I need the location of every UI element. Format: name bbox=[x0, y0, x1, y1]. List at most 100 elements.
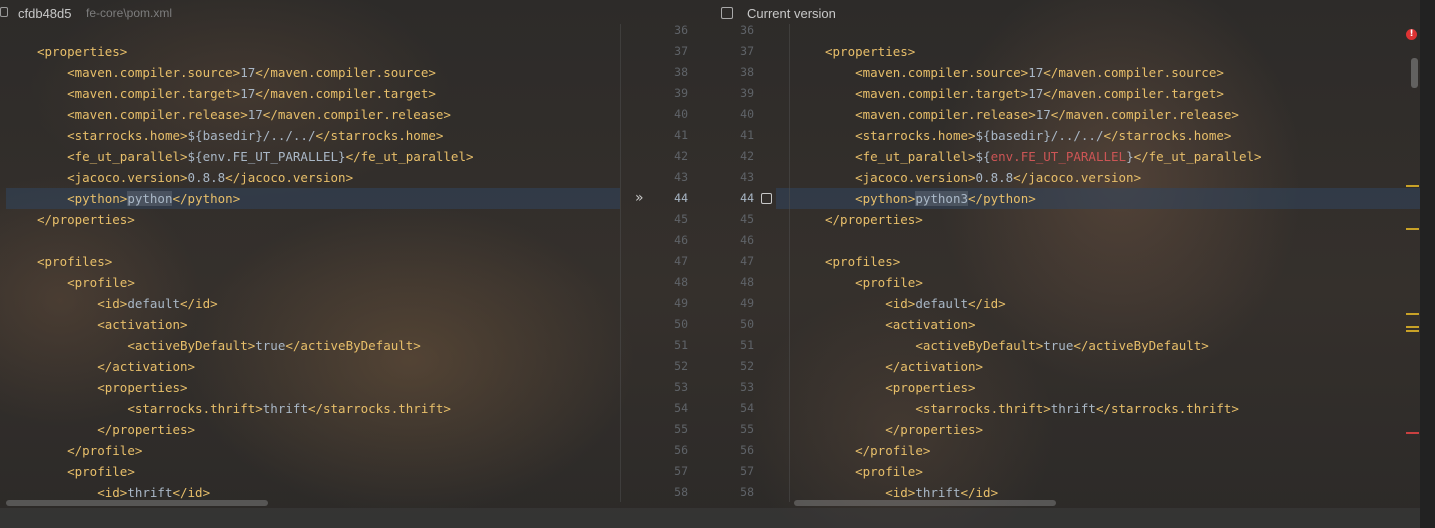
code-line[interactable]: <jacoco.version>0.8.8</jacoco.version> bbox=[825, 167, 1141, 188]
xml-tag: </fe_ut_parallel> bbox=[1133, 149, 1262, 164]
include-change-checkbox[interactable] bbox=[761, 193, 772, 204]
code-line[interactable]: </properties> bbox=[37, 209, 135, 230]
line-number-left: 52 bbox=[674, 359, 688, 373]
line-number-left: 46 bbox=[674, 233, 688, 247]
changed-text: python3 bbox=[915, 191, 969, 206]
xml-tag: </activeByDefault> bbox=[285, 338, 421, 353]
code-line[interactable]: <jacoco.version>0.8.8</jacoco.version> bbox=[37, 167, 353, 188]
change-marker[interactable] bbox=[1406, 326, 1419, 328]
code-line[interactable]: <maven.compiler.release>17</maven.compil… bbox=[825, 104, 1239, 125]
code-line[interactable]: <profiles> bbox=[37, 251, 112, 272]
code-line[interactable]: <python>python3</python> bbox=[825, 188, 1036, 209]
xml-tag: </starrocks.home> bbox=[1103, 128, 1232, 143]
line-number-left: 54 bbox=[674, 401, 688, 415]
line-number-right: 40 bbox=[740, 107, 754, 121]
xml-tag: </maven.compiler.target> bbox=[1043, 86, 1224, 101]
code-line[interactable]: <activeByDefault>true</activeByDefault> bbox=[825, 335, 1209, 356]
code-line[interactable]: <maven.compiler.target>17</maven.compile… bbox=[825, 83, 1224, 104]
code-line[interactable]: <fe_ut_parallel>${env.FE_UT_PARALLEL}</f… bbox=[825, 146, 1262, 167]
code-line[interactable]: <activation> bbox=[37, 314, 187, 335]
xml-tag: <starrocks.thrift> bbox=[915, 401, 1051, 416]
line-number-right: 50 bbox=[740, 317, 754, 331]
code-line[interactable]: <activeByDefault>true</activeByDefault> bbox=[37, 335, 421, 356]
code-line[interactable]: <maven.compiler.release>17</maven.compil… bbox=[37, 104, 451, 125]
line-number-left: 49 bbox=[674, 296, 688, 310]
code-line[interactable]: <maven.compiler.target>17</maven.compile… bbox=[37, 83, 436, 104]
code-line[interactable]: <starrocks.home>${basedir}/../../</starr… bbox=[825, 125, 1231, 146]
current-version-checkbox[interactable] bbox=[721, 7, 733, 19]
code-line[interactable]: <activation> bbox=[825, 314, 976, 335]
code-line[interactable]: <profile> bbox=[37, 461, 135, 482]
xml-tag: <properties> bbox=[97, 380, 188, 395]
double-chevron-right-icon[interactable]: » bbox=[635, 188, 644, 209]
line-number-left: 53 bbox=[674, 380, 688, 394]
xml-tag: <profile> bbox=[67, 275, 135, 290]
code-line[interactable]: <profile> bbox=[37, 272, 135, 293]
code-line[interactable]: <maven.compiler.source>17</maven.compile… bbox=[825, 62, 1224, 83]
code-line[interactable]: <fe_ut_parallel>${env.FE_UT_PARALLEL}</f… bbox=[37, 146, 473, 167]
xml-tag: </activeByDefault> bbox=[1073, 338, 1209, 353]
xml-text: true bbox=[1043, 338, 1074, 353]
code-line[interactable]: <profile> bbox=[825, 272, 923, 293]
xml-tag: <activation> bbox=[885, 317, 976, 332]
xml-tag: </profile> bbox=[67, 443, 143, 458]
change-marker[interactable] bbox=[1406, 228, 1419, 230]
code-line[interactable]: </activation> bbox=[825, 356, 983, 377]
code-line[interactable]: <id>default</id> bbox=[825, 293, 1006, 314]
code-line[interactable]: <properties> bbox=[825, 377, 975, 398]
diff-gutter: 36 37 38 39 40 41 42 43 44 45 46 47 48 49 50 51 52 53 54 55… bbox=[620, 23, 790, 502]
code-line[interactable]: </profile> bbox=[825, 440, 930, 461]
code-line[interactable]: <properties> bbox=[825, 41, 915, 62]
change-marker[interactable] bbox=[1406, 330, 1419, 332]
change-marker[interactable] bbox=[1406, 313, 1419, 315]
code-line[interactable]: <starrocks.thrift>thrift</starrocks.thri… bbox=[825, 398, 1239, 419]
line-number-right: 49 bbox=[740, 296, 754, 310]
line-number-left: 58 bbox=[674, 485, 688, 499]
xml-tag: </maven.compiler.source> bbox=[1043, 65, 1224, 80]
xml-tag: </id> bbox=[968, 296, 1006, 311]
code-line[interactable]: </activation> bbox=[37, 356, 195, 377]
right-horizontal-scrollbar[interactable] bbox=[794, 500, 1056, 506]
code-line[interactable]: <profiles> bbox=[825, 251, 900, 272]
left-editor-pane[interactable]: <properties> <maven.compiler.source>17</… bbox=[0, 24, 620, 502]
change-marker[interactable] bbox=[1406, 185, 1419, 187]
xml-text: 17 bbox=[240, 65, 256, 80]
code-line[interactable]: </properties> bbox=[825, 209, 923, 230]
code-line[interactable]: <starrocks.home>${basedir}/../../</starr… bbox=[37, 125, 443, 146]
code-line[interactable]: </profile> bbox=[37, 440, 142, 461]
left-horizontal-scrollbar[interactable] bbox=[6, 500, 268, 506]
code-line[interactable]: <id>default</id> bbox=[37, 293, 217, 314]
code-line[interactable]: <properties> bbox=[37, 41, 127, 62]
code-line[interactable]: <id>thrift</id> bbox=[825, 482, 998, 502]
xml-text: true bbox=[255, 338, 286, 353]
code-line[interactable]: <properties> bbox=[37, 377, 188, 398]
code-line[interactable]: </properties> bbox=[37, 419, 195, 440]
vertical-scrollbar[interactable] bbox=[1411, 58, 1418, 88]
xml-tag: </maven.compiler.release> bbox=[262, 107, 451, 122]
code-line[interactable]: </properties> bbox=[825, 419, 983, 440]
code-line[interactable]: <id>thrift</id> bbox=[37, 482, 210, 502]
code-line[interactable]: <profile> bbox=[825, 461, 923, 482]
right-editor-pane[interactable]: <properties> <maven.compiler.source>17</… bbox=[790, 24, 1420, 502]
line-number-right: 55 bbox=[740, 422, 754, 436]
xml-tag: <starrocks.thrift> bbox=[127, 401, 263, 416]
error-icon[interactable]: ! bbox=[1406, 29, 1417, 40]
line-number-right: 38 bbox=[740, 65, 754, 79]
line-number-left: 36 bbox=[674, 23, 688, 37]
current-version-label[interactable]: Current version bbox=[747, 6, 836, 21]
code-line[interactable]: <maven.compiler.source>17</maven.compile… bbox=[37, 62, 436, 83]
conflict-marker[interactable] bbox=[1406, 432, 1419, 434]
error-stripe bbox=[1420, 0, 1435, 528]
code-line[interactable]: <python>python</python> bbox=[37, 188, 240, 209]
code-line[interactable]: <starrocks.thrift>thrift</starrocks.thri… bbox=[37, 398, 451, 419]
